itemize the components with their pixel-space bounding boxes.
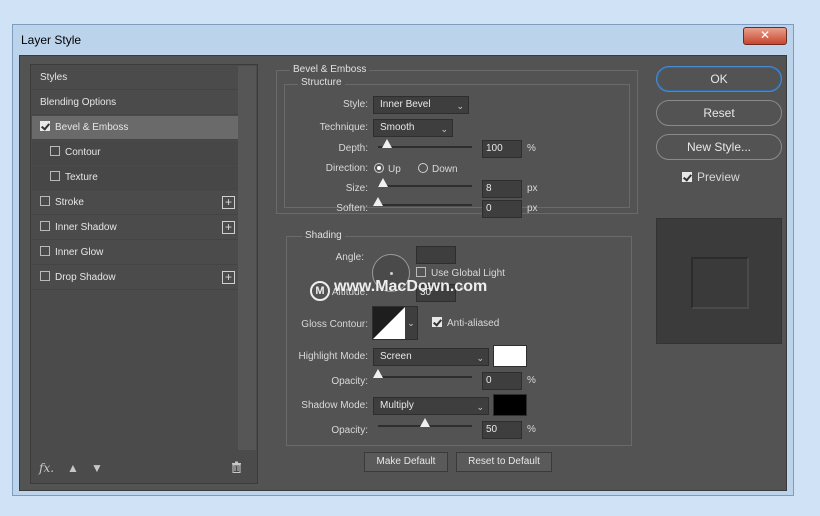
inner-glow-checkbox[interactable] <box>40 246 50 256</box>
close-button[interactable]: ✕ <box>743 27 787 45</box>
radio-empty-icon <box>418 163 428 173</box>
ok-button[interactable]: OK <box>656 66 782 92</box>
chevron-down-icon: ⌄ <box>456 101 464 111</box>
sidebar-item-drop-shadow[interactable]: Drop Shadow + <box>32 266 238 290</box>
reset-button[interactable]: Reset <box>656 100 782 126</box>
highlight-opacity-slider[interactable] <box>373 369 472 378</box>
trash-icon[interactable] <box>231 461 242 476</box>
global-light-checkbox-icon <box>416 267 426 277</box>
chevron-down-icon: ⌄ <box>476 353 484 363</box>
style-select[interactable]: Inner Bevel ⌄ <box>373 96 469 114</box>
anti-aliased-checkbox[interactable]: Anti-aliased <box>432 317 499 329</box>
move-up-icon[interactable]: ▲ <box>67 461 79 475</box>
styles-footer: fx. ▲ ▼ <box>31 453 257 483</box>
structure-title: Structure <box>298 77 345 88</box>
bevel-emboss-checkbox[interactable] <box>40 121 50 131</box>
size-unit: px <box>527 183 538 194</box>
styles-list: Styles Blending Options Bevel & Emboss C… <box>30 64 258 484</box>
depth-label: Depth: <box>338 143 368 154</box>
chevron-down-icon: ⌄ <box>476 402 484 412</box>
shadow-opacity-unit: % <box>527 424 536 435</box>
sidebar-item-contour[interactable]: Contour <box>32 141 238 165</box>
gloss-contour-label: Gloss Contour: <box>301 319 368 330</box>
styles-scrollbar[interactable] <box>238 66 256 450</box>
fx-icon[interactable]: fx. <box>39 461 54 475</box>
texture-checkbox[interactable] <box>50 171 60 181</box>
stroke-checkbox[interactable] <box>40 196 50 206</box>
highlight-opacity-unit: % <box>527 375 536 386</box>
dialog-body: Styles Blending Options Bevel & Emboss C… <box>19 55 787 491</box>
technique-label: Technique: <box>319 122 368 133</box>
size-label: Size: <box>345 183 368 194</box>
shading-title: Shading <box>302 230 345 241</box>
add-drop-shadow-icon[interactable]: + <box>222 271 235 284</box>
new-style-button[interactable]: New Style... <box>656 134 782 160</box>
inner-shadow-checkbox[interactable] <box>40 221 50 231</box>
reset-to-default-button[interactable]: Reset to Default <box>456 452 552 472</box>
shadow-mode-select[interactable]: Multiply ⌄ <box>373 397 489 415</box>
macdown-logo-icon: M <box>310 281 330 301</box>
shadow-opacity-label: Opacity: <box>331 425 368 436</box>
depth-unit: % <box>527 143 536 154</box>
depth-slider-thumb[interactable] <box>382 139 393 148</box>
size-slider-thumb[interactable] <box>377 178 388 187</box>
anti-aliased-checkbox-icon <box>432 317 442 327</box>
sidebar-item-stroke[interactable]: Stroke + <box>32 191 238 215</box>
soften-label: Soften: <box>336 203 368 214</box>
soften-slider-thumb[interactable] <box>373 197 383 206</box>
move-down-icon[interactable]: ▼ <box>91 461 103 475</box>
drop-shadow-checkbox[interactable] <box>40 271 50 281</box>
technique-select[interactable]: Smooth ⌄ <box>373 119 453 137</box>
highlight-opacity-label: Opacity: <box>331 376 368 387</box>
direction-down-radio[interactable]: Down <box>418 163 458 175</box>
layer-style-dialog: Layer Style ✕ Styles Blending Options Be… <box>12 24 794 496</box>
highlight-mode-label: Highlight Mode: <box>298 351 368 362</box>
sidebar-item-bevel-emboss[interactable]: Bevel & Emboss <box>32 116 238 140</box>
preview-square <box>691 257 749 309</box>
highlight-opacity-input[interactable]: 0 <box>482 372 522 390</box>
shadow-opacity-thumb[interactable] <box>420 418 430 427</box>
sidebar-item-inner-glow[interactable]: Inner Glow <box>32 241 238 265</box>
sidebar-item-texture[interactable]: Texture <box>32 166 238 190</box>
style-preview <box>656 218 782 344</box>
soften-input[interactable]: 0 <box>482 200 522 218</box>
shadow-mode-label: Shadow Mode: <box>301 400 368 411</box>
watermark: Mwww.MacDown.com <box>310 278 487 301</box>
highlight-color-swatch[interactable] <box>493 345 527 367</box>
style-label: Style: <box>342 99 368 110</box>
sidebar-item-blending-options[interactable]: Blending Options <box>32 91 238 115</box>
radio-selected-icon <box>374 163 384 173</box>
soften-slider[interactable] <box>373 197 472 206</box>
direction-label: Direction: <box>325 163 368 174</box>
add-inner-shadow-icon[interactable]: + <box>222 221 235 234</box>
title-bar: Layer Style ✕ <box>13 25 793 53</box>
sidebar-item-styles[interactable]: Styles <box>32 66 238 90</box>
preview-checkbox-icon <box>682 172 692 182</box>
depth-slider[interactable] <box>378 139 472 148</box>
shadow-opacity-slider[interactable] <box>378 418 472 427</box>
shadow-color-swatch[interactable] <box>493 394 527 416</box>
size-slider[interactable] <box>377 178 472 187</box>
highlight-opacity-thumb[interactable] <box>373 369 383 378</box>
soften-unit: px <box>527 203 538 214</box>
size-input[interactable]: 8 <box>482 180 522 198</box>
highlight-mode-select[interactable]: Screen ⌄ <box>373 348 489 366</box>
direction-up-radio[interactable]: Up <box>374 163 401 175</box>
window-title: Layer Style <box>21 33 82 47</box>
preview-checkbox[interactable]: Preview <box>682 170 740 184</box>
angle-input[interactable] <box>416 246 456 264</box>
make-default-button[interactable]: Make Default <box>364 452 448 472</box>
add-stroke-icon[interactable]: + <box>222 196 235 209</box>
angle-label: Angle: <box>335 252 364 263</box>
depth-input[interactable]: 100 <box>482 140 522 158</box>
chevron-down-icon: ⌄ <box>440 124 448 134</box>
gloss-contour-swatch[interactable]: ⌄ <box>372 306 418 340</box>
chevron-down-icon: ⌄ <box>405 307 417 339</box>
contour-checkbox[interactable] <box>50 146 60 156</box>
bevel-emboss-title: Bevel & Emboss <box>290 64 370 75</box>
shadow-opacity-input[interactable]: 50 <box>482 421 522 439</box>
sidebar-item-inner-shadow[interactable]: Inner Shadow + <box>32 216 238 240</box>
